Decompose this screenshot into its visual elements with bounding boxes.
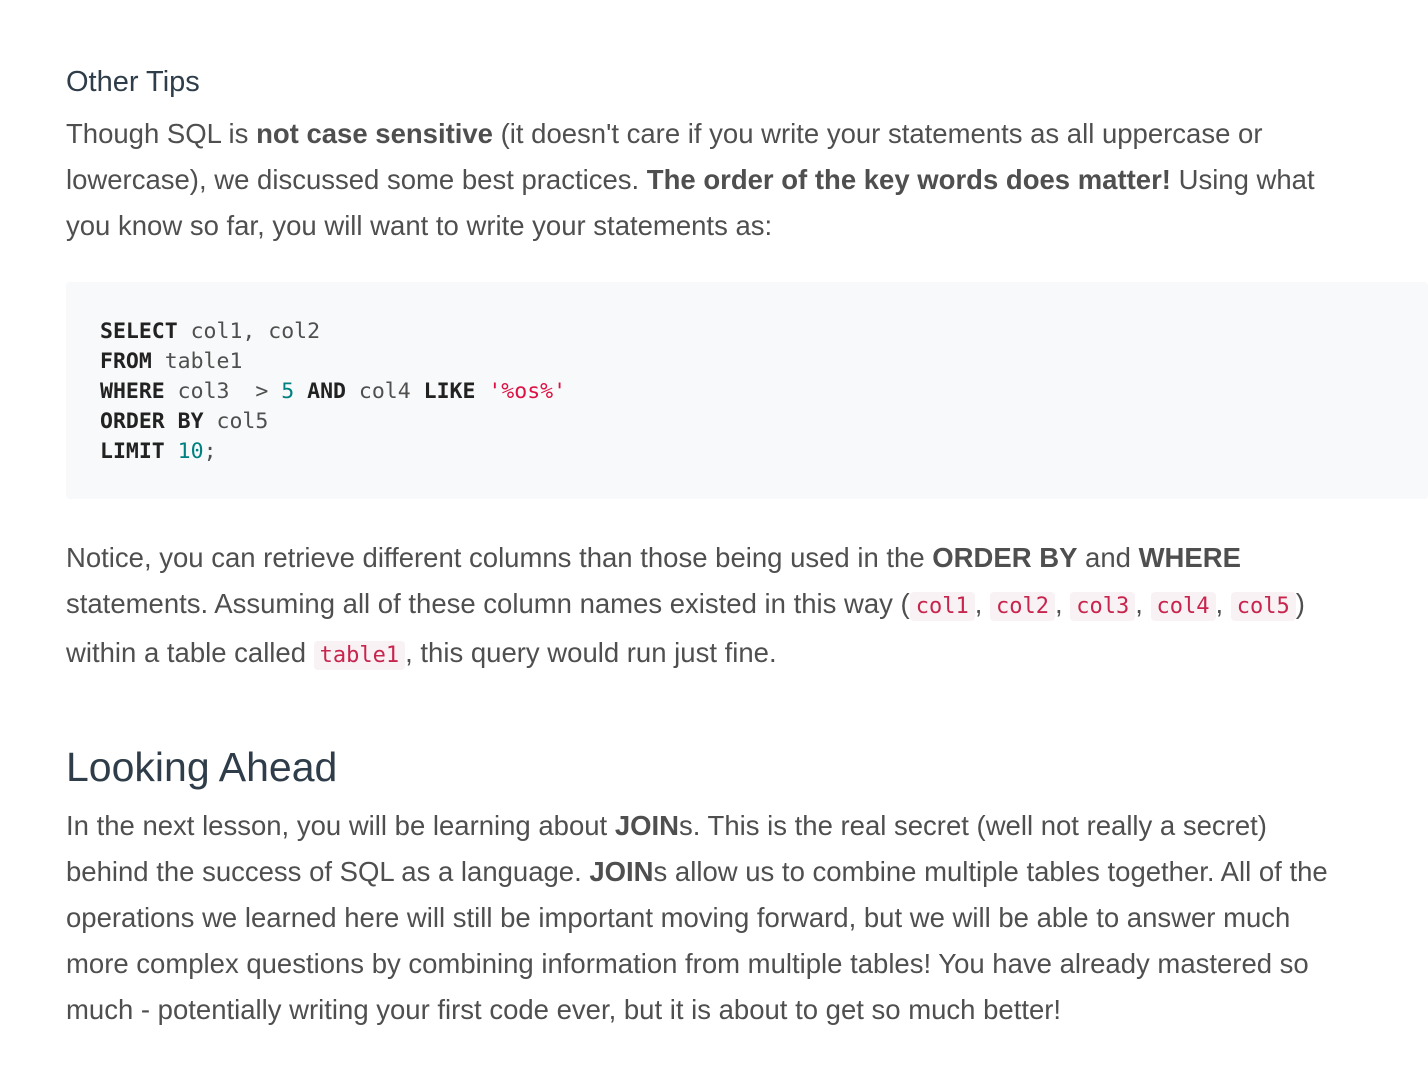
text-line: In the next lesson, you will be learning… xyxy=(66,803,1418,849)
text-run: within a table called xyxy=(66,637,314,668)
separator: , xyxy=(1054,588,1071,619)
sql-text: col4 xyxy=(345,379,424,404)
separator: , xyxy=(974,588,990,619)
sql-text: col3 > xyxy=(164,379,282,404)
text-run: more complex questions by combining info… xyxy=(66,948,1309,979)
text-line: behind the success of SQL as a language.… xyxy=(66,849,1418,895)
text-run: statements. Assuming all of these column… xyxy=(66,588,910,619)
sql-keyword: SELECT xyxy=(100,319,178,344)
text-run: Notice, you can retrieve different colum… xyxy=(66,542,933,573)
text-line: more complex questions by combining info… xyxy=(66,941,1418,987)
sql-keyword: AND xyxy=(294,379,346,404)
inline-code: col3 xyxy=(1070,592,1136,621)
text-run: much - potentially writing your first co… xyxy=(66,994,1062,1025)
text-line: within a table called table1, this query… xyxy=(66,630,1418,679)
looking-ahead-heading: Looking Ahead xyxy=(66,744,338,790)
inline-code: table1 xyxy=(313,641,406,670)
text-line: operations we learned here will still be… xyxy=(66,895,1418,941)
text-line: Notice, you can retrieve different colum… xyxy=(66,535,1418,581)
sql-keyword: ORDER BY xyxy=(100,409,204,434)
other-tips-heading: Other Tips xyxy=(66,66,200,98)
sql-string: '%os%' xyxy=(475,379,567,404)
text-run: Using what xyxy=(1170,164,1315,195)
text-line: much - potentially writing your first co… xyxy=(66,987,1418,1033)
bold-text: The order of the key words does matter! xyxy=(646,164,1171,195)
text-run: behind the success of SQL as a language. xyxy=(66,856,590,887)
bold-text: JOIN xyxy=(614,810,680,841)
notice-paragraph: Notice, you can retrieve different colum… xyxy=(66,535,1418,679)
text-run: , this query would run just fine. xyxy=(405,637,777,668)
text-line: statements. Assuming all of these column… xyxy=(66,581,1418,630)
sql-keyword: LIKE xyxy=(423,379,476,404)
bold-text: ORDER BY xyxy=(932,542,1078,573)
looking-ahead-paragraph: In the next lesson, you will be learning… xyxy=(66,803,1418,1033)
text-run: lowercase), we discussed some best pract… xyxy=(66,164,647,195)
bold-text: not case sensitive xyxy=(256,118,493,149)
text-line: lowercase), we discussed some best pract… xyxy=(66,157,1418,203)
bold-text: JOIN xyxy=(589,856,654,887)
sql-text: col1, col2 xyxy=(177,319,321,344)
text-run: s. This is the real secret (well not rea… xyxy=(679,810,1267,841)
bold-text: WHERE xyxy=(1138,542,1241,573)
text-run: (it doesn't care if you write your state… xyxy=(492,118,1263,149)
text-line: Though SQL is not case sensitive (it doe… xyxy=(66,111,1418,157)
sql-keyword: FROM xyxy=(100,349,152,374)
other-tips-paragraph: Though SQL is not case sensitive (it doe… xyxy=(66,111,1418,249)
inline-code: col5 xyxy=(1230,592,1296,621)
text-run: s allow us to combine multiple tables to… xyxy=(653,856,1328,887)
text-run: and xyxy=(1077,542,1139,573)
text-run: you know so far, you will want to write … xyxy=(66,210,773,241)
sql-code-block: SELECT col1, col2 FROM table1 WHERE col3… xyxy=(66,282,1428,499)
sql-text: ; xyxy=(203,439,217,464)
separator: , xyxy=(1215,588,1231,619)
text-run: ) xyxy=(1295,588,1305,619)
sql-text: table1 xyxy=(151,349,243,374)
text-run: In the next lesson, you will be learning… xyxy=(66,810,615,841)
sql-keyword: LIMIT xyxy=(100,439,165,464)
sql-code: SELECT col1, col2 FROM table1 WHERE col3… xyxy=(100,317,566,467)
sql-text: col5 xyxy=(203,409,269,434)
text-run: operations we learned here will still be… xyxy=(66,902,1291,933)
text-line: you know so far, you will want to write … xyxy=(66,203,1418,249)
inline-code: col4 xyxy=(1150,592,1216,621)
text-run: Though SQL is xyxy=(66,118,257,149)
inline-code: col2 xyxy=(989,592,1055,621)
separator: , xyxy=(1135,588,1151,619)
inline-code: col1 xyxy=(909,592,975,621)
sql-number: 5 xyxy=(281,379,295,404)
sql-number: 10 xyxy=(164,439,204,464)
sql-keyword: WHERE xyxy=(100,379,165,404)
